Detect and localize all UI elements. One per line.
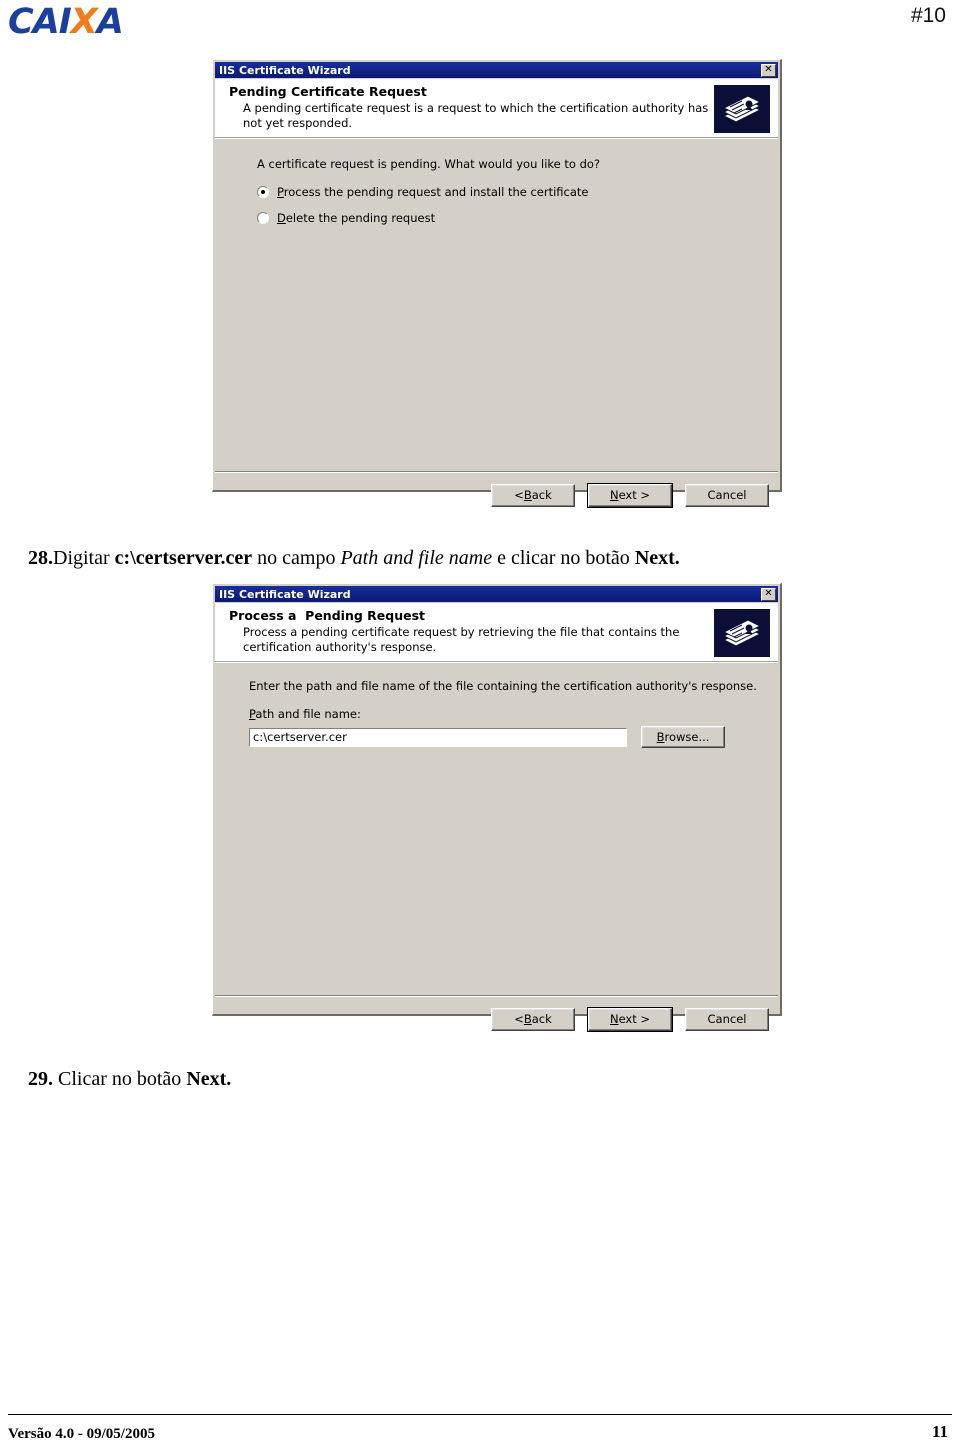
iis-certificate-wizard-dialog-pending: IIS Certificate Wizard ✕ Pending Certifi… [212,59,782,508]
radio-option-delete[interactable]: Delete the pending request [257,211,778,225]
back-button[interactable]: < Back [491,1007,575,1031]
back-button-label: ack [531,1011,552,1026]
dialog1-header: Pending Certificate Request A pending ce… [215,79,778,138]
back-button[interactable]: < Back [491,483,575,507]
radio-text-delete: elete the pending request [285,211,436,225]
next-button-accel: N [609,1011,619,1026]
page-header: CAIXA #10 [0,0,960,46]
path-field-row: c:\certserver.cer Browse... [249,726,778,748]
next-button-label: ext > [618,487,651,502]
next-button-inner: Next > [588,483,672,507]
path-and-file-name-input[interactable]: c:\certserver.cer [249,727,627,747]
step-28-number: 28. [28,547,53,569]
step-28-text-1: Digitar [53,547,115,569]
dialog2-header: Process a Pending Request Process a pend… [215,603,778,662]
next-button-label: ext > [618,1011,651,1026]
browse-button[interactable]: Browse... [641,726,725,748]
radio-label-delete: Delete the pending request [277,211,435,225]
footer-page-number: 11 [931,1422,948,1441]
radio-accel-process: P [277,185,284,199]
step-29-bold-next: Next. [186,1068,232,1090]
step-28-text-2: no campo [252,547,341,569]
step-28-bold-next: Next. [634,547,680,569]
radio-dot-process-icon[interactable] [257,186,269,198]
dialog2-button-strip: < Back Next > Cancel [213,997,780,1041]
back-button-prefix: < [514,1011,524,1026]
back-button-label: ack [531,487,552,502]
back-button-accel: B [523,487,532,502]
dialog1-body: A certificate request is pending. What w… [215,138,778,471]
radio-label-process: Process the pending request and install … [277,185,589,199]
next-button[interactable]: Next > [587,482,673,508]
dialog2-prompt: Enter the path and file name of the file… [249,679,757,693]
step-29-instruction: 29. Clicar no botão Next. [28,1066,231,1092]
caixa-logo-part2: A [96,2,124,42]
dialog1-prompt: A certificate request is pending. What w… [257,157,601,171]
radio-dot-delete-icon[interactable] [257,212,269,224]
dialog1-titlebar[interactable]: IIS Certificate Wizard ✕ [215,62,778,78]
dialog1-header-title: Pending Certificate Request [229,84,427,99]
dialog2-title: IIS Certificate Wizard [219,587,351,601]
cancel-button[interactable]: Cancel [685,483,769,507]
path-and-file-name-label: Path and file name: [249,707,778,722]
dialog2-header-title: Process a Pending Request [229,608,425,623]
path-label-text: ath and file name: [255,707,361,721]
step-28-italic-field: Path and file name [340,547,493,569]
step-28-text-3: e clicar no botão [492,547,635,569]
page-marker: #10 [910,4,946,27]
close-icon[interactable]: ✕ [761,63,776,77]
caixa-logo-accent: X [70,2,98,42]
radio-accel-delete: D [277,211,286,225]
footer-version: Versão 4.0 - 09/05/2005 [8,1426,155,1442]
certificates-stack-icon [714,85,770,133]
certificates-stack-icon [714,609,770,657]
close-icon[interactable]: ✕ [761,587,776,601]
footer-divider [8,1414,952,1415]
dialog2-header-text: Process a Pending Request Process a pend… [215,603,714,661]
cancel-button-label: Cancel [707,1011,747,1026]
browse-button-accel: B [656,729,665,744]
step-29-text-1: Clicar no botão [53,1068,187,1090]
cancel-button-label: Cancel [707,487,747,502]
cancel-button[interactable]: Cancel [685,1007,769,1031]
step-28-bold-path: c:\certserver.cer [114,547,253,569]
dialog1-button-strip: < Back Next > Cancel [213,473,780,517]
browse-button-label: rowse... [664,729,710,744]
radio-text-process: rocess the pending request and install t… [283,185,589,199]
step-28-instruction: 28.Digitar c:\certserver.cer no campo Pa… [28,545,680,571]
radio-option-process[interactable]: Process the pending request and install … [257,185,778,199]
dialog2-titlebar[interactable]: IIS Certificate Wizard ✕ [215,586,778,602]
next-button-accel: N [609,487,619,502]
next-button[interactable]: Next > [587,1006,673,1032]
back-button-prefix: < [514,487,524,502]
caixa-logo-part1: CAI [8,2,72,42]
dialog2-header-description: Process a pending certificate request by… [243,625,680,654]
dialog1-header-description: A pending certificate request is a reque… [243,101,709,130]
dialog2-body: Enter the path and file name of the file… [215,662,778,995]
next-button-inner: Next > [588,1007,672,1031]
iis-certificate-wizard-dialog-process: IIS Certificate Wizard ✕ Process a Pendi… [212,583,782,1032]
dialog1-header-text: Pending Certificate Request A pending ce… [215,79,714,137]
caixa-logo: CAIXA [8,2,124,42]
dialog1-title: IIS Certificate Wizard [219,63,351,77]
step-29-number: 29. [28,1068,53,1090]
back-button-accel: B [523,1011,532,1026]
